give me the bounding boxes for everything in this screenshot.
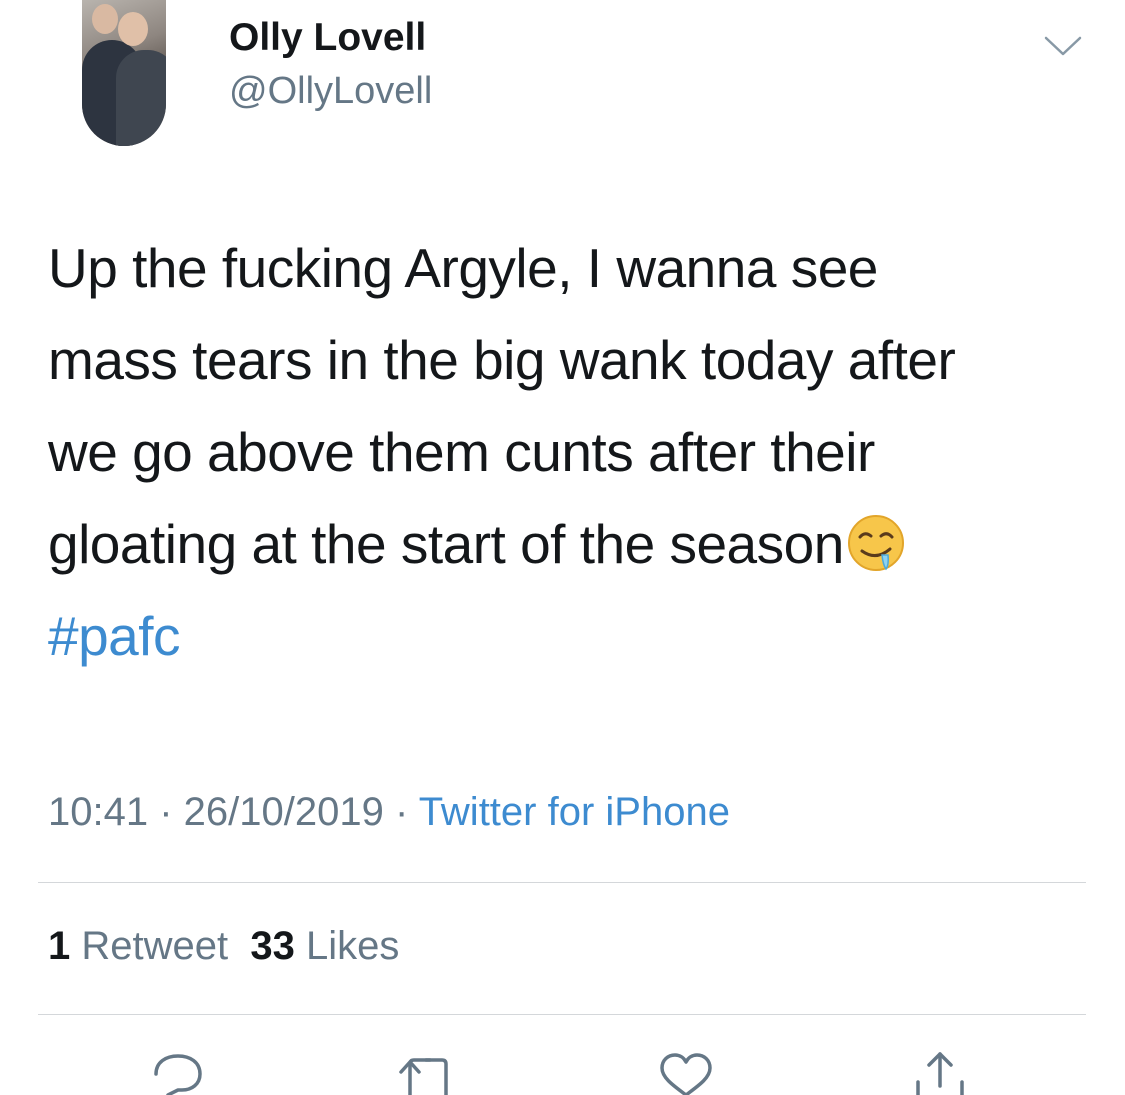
retweets-label: Retweet: [81, 924, 229, 968]
tweet-line-4: gloating at the start of the season: [48, 498, 1088, 590]
retweet-icon[interactable]: [398, 1048, 458, 1095]
tweet-stats: 1 Retweet 33 Likes: [48, 924, 399, 969]
likes-stat[interactable]: 33 Likes: [250, 924, 399, 968]
tweet-time: 10:41: [48, 790, 149, 834]
tweet-line: Up the fucking Argyle, I wanna see: [48, 237, 878, 299]
tweet-source-link[interactable]: Twitter for iPhone: [419, 790, 730, 834]
meta-separator: ·: [383, 790, 419, 834]
reply-icon[interactable]: [148, 1048, 208, 1095]
tweet-meta: 10:41 · 26/10/2019 · Twitter for iPhone: [48, 790, 730, 835]
retweets-stat[interactable]: 1 Retweet: [48, 924, 228, 968]
tweet-date: 26/10/2019: [183, 790, 384, 834]
tweet-line: mass tears in the big wank today after: [48, 329, 956, 391]
avatar[interactable]: [82, 0, 166, 146]
tweet-line: we go above them cunts after their: [48, 421, 875, 483]
share-icon[interactable]: [910, 1048, 970, 1095]
drooling-face-emoji-icon: [847, 515, 904, 571]
author-handle[interactable]: @OllyLovell: [229, 70, 432, 113]
divider: [38, 1014, 1086, 1015]
avatar-figure: [92, 4, 118, 34]
likes-count: 33: [250, 924, 295, 968]
author-name[interactable]: Olly Lovell: [229, 16, 426, 60]
hashtag-link[interactable]: #pafc: [48, 590, 1088, 682]
tweet-text: Up the fucking Argyle, I wanna see mass …: [48, 222, 1088, 682]
avatar-figure: [116, 50, 166, 146]
meta-separator: ·: [148, 790, 184, 834]
divider: [38, 882, 1086, 883]
tweet-line: gloating at the start of the season: [48, 513, 844, 575]
retweets-count: 1: [48, 924, 71, 968]
like-icon[interactable]: [656, 1048, 716, 1095]
likes-label: Likes: [305, 924, 400, 968]
avatar-figure: [118, 12, 148, 46]
chevron-down-icon[interactable]: [1044, 34, 1082, 58]
